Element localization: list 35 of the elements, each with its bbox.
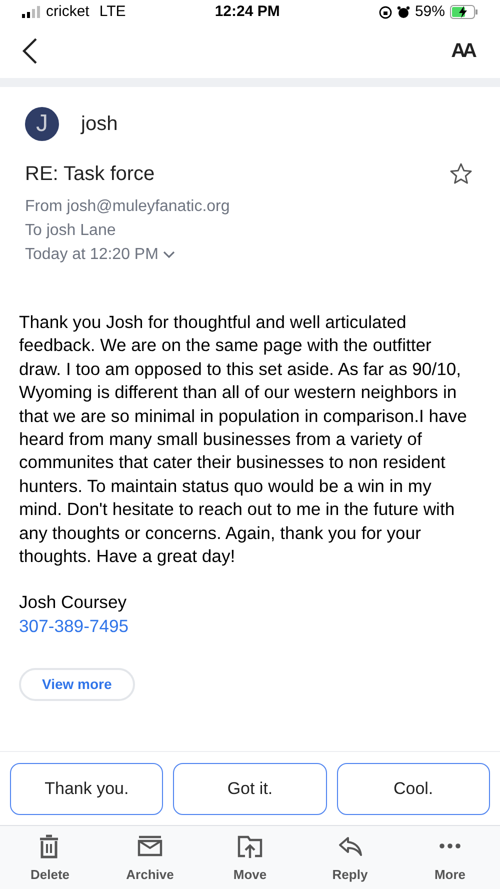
sent-date: Today at 12:20 PM: [25, 245, 158, 265]
archive-button[interactable]: Archive: [126, 834, 174, 889]
orientation-lock-icon: [378, 6, 392, 18]
sender-address: From josh@muleyfanatic.org: [25, 197, 231, 217]
reply-button[interactable]: Reply: [332, 834, 368, 889]
tray-icon: [138, 836, 162, 856]
recipient: To josh Lane: [25, 221, 117, 241]
quick-reply-button[interactable]: Thank you.: [10, 763, 164, 815]
folder-arrow-icon: [238, 836, 262, 860]
more-icon: [440, 844, 460, 848]
quick-reply-button[interactable]: Got it.: [173, 763, 327, 815]
star-button[interactable]: [449, 162, 473, 186]
charging-battery-icon: [450, 5, 478, 19]
sender-name: josh: [81, 112, 118, 137]
status-time: 12:24 PM: [214, 2, 280, 22]
view-more-button[interactable]: View more: [19, 668, 135, 702]
delete-button[interactable]: Delete: [30, 834, 70, 889]
font-size-button[interactable]: AA: [451, 36, 478, 66]
signal-icon: [22, 6, 40, 18]
chevron-down-icon[interactable]: [163, 251, 176, 259]
carrier-name: cricket: [46, 2, 90, 22]
signature-name: Josh Coursey: [19, 591, 128, 614]
network-type: LTE: [99, 2, 126, 22]
back-button[interactable]: [22, 37, 38, 65]
alarm-icon: [396, 6, 410, 18]
email-body: Thank you Josh for thoughtful and well articulated feedback. We are on the same page with the outfitter draw. I too am opposed to this set aside. As far as 90/10, Wyoming is different than all of our western neighbors in that we are so minimal in population in comparison.I have heard from many small businesses from a variety of communites that cater their businesses to non resident hunters. To maintain status quo would be a win in my mind. Don't hesitate to reach out to me in the future with any thoughts or concerns. Again, thank you for your thoughts. Have a great day!: [19, 311, 468, 568]
trash-icon: [38, 834, 60, 858]
battery-percent: 59%: [414, 2, 445, 22]
quick-reply-button[interactable]: Cool.: [336, 763, 490, 815]
reply-icon: [339, 837, 362, 856]
move-button[interactable]: Move: [233, 834, 267, 889]
phone-link[interactable]: 307-389-7495: [19, 616, 129, 636]
avatar: J: [25, 107, 59, 141]
more-button[interactable]: More: [434, 834, 466, 889]
email-subject: RE: Task force: [25, 162, 155, 187]
